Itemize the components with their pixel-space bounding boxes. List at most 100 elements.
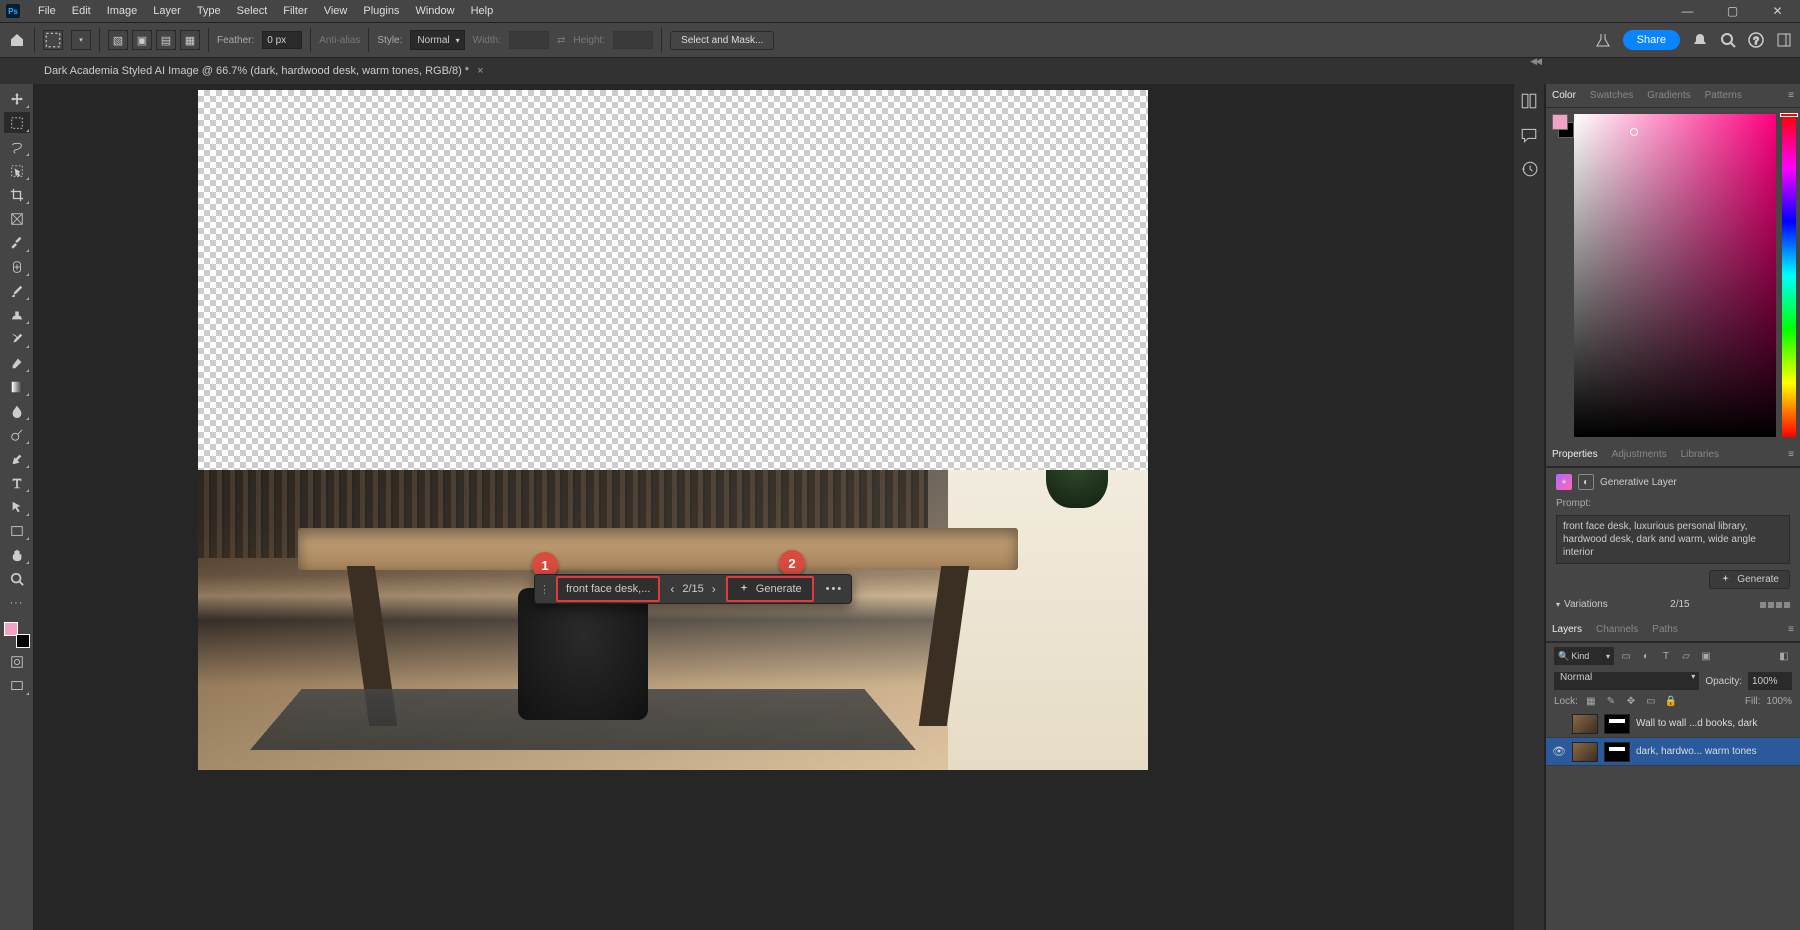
panel-menu-icon[interactable]: ≡ bbox=[1788, 90, 1794, 101]
dodge-tool[interactable] bbox=[4, 424, 30, 445]
menu-filter[interactable]: Filter bbox=[275, 5, 315, 17]
share-button[interactable]: Share bbox=[1623, 30, 1680, 50]
tab-patterns[interactable]: Patterns bbox=[1705, 90, 1742, 101]
filter-smart-icon[interactable]: ▣ bbox=[1698, 648, 1714, 664]
document-tab[interactable]: Dark Academia Styled AI Image @ 66.7% (d… bbox=[34, 58, 494, 84]
filter-pixel-icon[interactable]: ▭ bbox=[1618, 648, 1634, 664]
layer-mask-thumbnail[interactable] bbox=[1604, 742, 1630, 762]
color-picker-cursor[interactable] bbox=[1630, 128, 1638, 136]
home-icon[interactable] bbox=[8, 32, 26, 48]
document-canvas[interactable] bbox=[198, 90, 1148, 770]
eyedropper-tool[interactable] bbox=[4, 232, 30, 253]
close-tab-icon[interactable]: × bbox=[477, 65, 483, 77]
maximize-button[interactable]: ▢ bbox=[1710, 0, 1755, 22]
filter-adjust-icon[interactable]: ◐ bbox=[1638, 648, 1654, 664]
lock-pos-icon[interactable]: ✥ bbox=[1624, 696, 1638, 707]
panel-menu-icon[interactable]: ≡ bbox=[1788, 449, 1794, 460]
quick-mask-icon[interactable] bbox=[4, 651, 30, 672]
menu-help[interactable]: Help bbox=[463, 5, 502, 17]
eraser-tool[interactable] bbox=[4, 352, 30, 373]
tab-paths[interactable]: Paths bbox=[1652, 624, 1678, 635]
search-icon[interactable] bbox=[1720, 32, 1736, 48]
bell-icon[interactable] bbox=[1692, 32, 1708, 48]
filter-shape-icon[interactable]: ▱ bbox=[1678, 648, 1694, 664]
color-swatch[interactable] bbox=[4, 622, 30, 648]
gradient-tool[interactable] bbox=[4, 376, 30, 397]
prev-variation-icon[interactable]: ‹ bbox=[664, 582, 680, 596]
object-select-tool[interactable] bbox=[4, 160, 30, 181]
rectangle-tool[interactable] bbox=[4, 520, 30, 541]
lock-brush-icon[interactable]: ✎ bbox=[1604, 696, 1618, 707]
layer-item[interactable]: Wall to wall ...d books, dark bbox=[1546, 710, 1800, 738]
sel-add-icon[interactable]: ▣ bbox=[132, 30, 152, 50]
layer-name[interactable]: Wall to wall ...d books, dark bbox=[1636, 718, 1794, 729]
layer-item[interactable]: 👁 dark, hardwo... warm tones bbox=[1546, 738, 1800, 766]
hue-slider[interactable] bbox=[1782, 114, 1796, 437]
tab-channels[interactable]: Channels bbox=[1596, 624, 1638, 635]
layer-thumbnail[interactable] bbox=[1572, 742, 1598, 762]
menu-select[interactable]: Select bbox=[229, 5, 276, 17]
filter-type-icon[interactable]: T bbox=[1658, 648, 1674, 664]
sel-intersect-icon[interactable]: ▦ bbox=[180, 30, 200, 50]
tab-adjustments[interactable]: Adjustments bbox=[1612, 449, 1667, 460]
menu-edit[interactable]: Edit bbox=[64, 5, 99, 17]
menu-plugins[interactable]: Plugins bbox=[355, 5, 407, 17]
menu-image[interactable]: Image bbox=[99, 5, 146, 17]
comments-icon[interactable] bbox=[1520, 126, 1538, 144]
tab-properties[interactable]: Properties bbox=[1552, 449, 1598, 460]
prompt-textarea[interactable]: front face desk, luxurious personal libr… bbox=[1556, 515, 1790, 564]
lasso-tool[interactable] bbox=[4, 136, 30, 157]
move-tool[interactable] bbox=[4, 88, 30, 109]
history-icon[interactable] bbox=[1520, 160, 1538, 178]
select-and-mask-button[interactable]: Select and Mask... bbox=[670, 31, 774, 50]
grid-view-icon[interactable] bbox=[1760, 602, 1790, 608]
variations-toggle-icon[interactable]: ▾ bbox=[1556, 600, 1560, 609]
crop-tool[interactable] bbox=[4, 184, 30, 205]
filter-toggle-icon[interactable]: ◧ bbox=[1776, 648, 1792, 664]
path-select-tool[interactable] bbox=[4, 496, 30, 517]
opacity-input[interactable]: 100% bbox=[1748, 672, 1792, 690]
edit-toolbar-icon[interactable]: ··· bbox=[4, 592, 30, 613]
tab-layers[interactable]: Layers bbox=[1552, 624, 1582, 635]
brush-tool[interactable] bbox=[4, 280, 30, 301]
marquee-dropdown-icon[interactable]: ▾ bbox=[71, 30, 91, 50]
marquee-tool[interactable] bbox=[4, 112, 30, 133]
pen-tool[interactable] bbox=[4, 448, 30, 469]
blend-mode-dropdown[interactable]: Normal bbox=[1554, 672, 1699, 690]
hue-slider-thumb[interactable] bbox=[1780, 113, 1798, 117]
menu-file[interactable]: File bbox=[30, 5, 64, 17]
marquee-tool-preset[interactable] bbox=[43, 30, 63, 50]
close-button[interactable]: ✕ bbox=[1755, 0, 1800, 22]
collapse-panels-icon[interactable]: ◀◀ bbox=[1530, 56, 1540, 67]
contextual-task-bar[interactable]: ⋮ front face desk,... ‹ 2/15 › Generate … bbox=[534, 574, 852, 604]
workspace-icon[interactable] bbox=[1776, 32, 1792, 48]
generate-button[interactable]: Generate bbox=[726, 576, 814, 602]
visibility-icon[interactable]: 👁 bbox=[1552, 745, 1566, 758]
layer-mask-thumbnail[interactable] bbox=[1604, 714, 1630, 734]
menu-view[interactable]: View bbox=[316, 5, 356, 17]
blur-tool[interactable] bbox=[4, 400, 30, 421]
prompt-chip[interactable]: front face desk,... bbox=[556, 576, 660, 602]
lock-trans-icon[interactable]: ▦ bbox=[1584, 696, 1598, 707]
sel-new-icon[interactable]: ▧ bbox=[108, 30, 128, 50]
zoom-tool[interactable] bbox=[4, 568, 30, 589]
canvas-area[interactable]: 1 2 ⋮ front face desk,... ‹ 2/15 › Gener… bbox=[34, 84, 1513, 930]
tab-swatches[interactable]: Swatches bbox=[1590, 90, 1633, 101]
screen-mode-icon[interactable] bbox=[4, 675, 30, 696]
menu-window[interactable]: Window bbox=[407, 5, 462, 17]
hand-tool[interactable] bbox=[4, 544, 30, 565]
drag-handle-icon[interactable]: ⋮ bbox=[535, 583, 554, 596]
tab-gradients[interactable]: Gradients bbox=[1647, 90, 1690, 101]
clone-stamp-tool[interactable] bbox=[4, 304, 30, 325]
panel-menu-icon[interactable]: ≡ bbox=[1788, 624, 1794, 635]
frame-tool[interactable] bbox=[4, 208, 30, 229]
minimize-button[interactable]: — bbox=[1665, 0, 1710, 22]
type-tool[interactable] bbox=[4, 472, 30, 493]
menu-layer[interactable]: Layer bbox=[145, 5, 189, 17]
background-color[interactable] bbox=[16, 634, 30, 648]
lock-nest-icon[interactable]: ▭ bbox=[1644, 696, 1658, 707]
lock-all-icon[interactable]: 🔒 bbox=[1664, 696, 1678, 707]
layer-filter-kind[interactable]: Kind bbox=[1554, 647, 1614, 665]
more-options-icon[interactable]: ••• bbox=[818, 583, 852, 595]
sel-subtract-icon[interactable]: ▤ bbox=[156, 30, 176, 50]
